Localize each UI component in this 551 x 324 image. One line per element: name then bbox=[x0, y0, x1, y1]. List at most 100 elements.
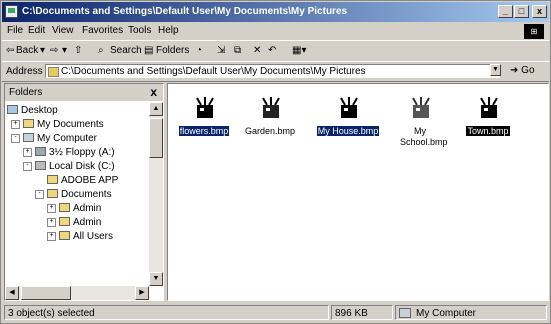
folder-icon bbox=[5, 5, 18, 18]
windows-logo-icon: ⊞ bbox=[524, 24, 544, 39]
folder-icon bbox=[23, 119, 34, 128]
minimize-button[interactable]: _ bbox=[498, 5, 513, 18]
folders-pane-close-button[interactable]: x bbox=[150, 85, 157, 99]
go-button[interactable]: ➜ Go bbox=[510, 65, 535, 76]
folder-tree-vertical-scrollbar[interactable]: ▲ ▼ bbox=[149, 102, 163, 286]
back-arrow-icon[interactable]: ⇦ bbox=[6, 45, 14, 56]
file-item-my-school[interactable]: My School.bmp bbox=[388, 90, 452, 150]
address-value: C:\Documents and Settings\Default User\M… bbox=[61, 66, 366, 77]
file-name: My School.bmp bbox=[400, 126, 448, 147]
file-item-garden[interactable]: Garden.bmp bbox=[238, 90, 302, 150]
status-selection-cell: 3 object(s) selected bbox=[4, 305, 329, 320]
file-item-my-house[interactable]: My House.bmp bbox=[316, 90, 380, 150]
folder-tree: Desktop + My Documents - My Computer + 3… bbox=[5, 102, 149, 286]
menu-help[interactable]: Help bbox=[158, 25, 179, 36]
expand-toggle[interactable]: - bbox=[35, 190, 44, 199]
file-name: flowers.bmp bbox=[178, 126, 230, 136]
scroll-left-button[interactable]: ◀ bbox=[5, 286, 19, 300]
folders-pane-title: Folders bbox=[9, 87, 43, 98]
address-input[interactable]: C:\Documents and Settings\Default User\M… bbox=[45, 64, 500, 78]
picture-file-icon bbox=[340, 97, 358, 118]
tree-item-label: Desktop bbox=[21, 105, 58, 116]
folders-pane: Folders x Desktop + My Documents - My Co… bbox=[4, 83, 164, 301]
search-icon: ⌕ bbox=[98, 45, 104, 56]
tree-item-label: Admin bbox=[73, 217, 102, 228]
file-name: Town.bmp bbox=[466, 126, 510, 136]
folders-button[interactable]: Folders bbox=[156, 45, 189, 56]
tree-item-label: My Documents bbox=[37, 119, 104, 130]
status-location: My Computer bbox=[416, 308, 477, 319]
title-bar[interactable]: C:\Documents and Settings\Default User\M… bbox=[2, 2, 549, 22]
hard-drive-icon bbox=[35, 161, 46, 170]
folder-icon bbox=[48, 67, 59, 77]
computer-icon bbox=[399, 308, 411, 318]
status-location-cell: My Computer bbox=[395, 305, 547, 320]
scroll-thumb[interactable] bbox=[149, 118, 163, 158]
expand-toggle[interactable]: - bbox=[11, 134, 20, 143]
address-bar: Address C:\Documents and Settings\Defaul… bbox=[2, 61, 549, 82]
forward-button[interactable]: ⇨ bbox=[50, 45, 58, 56]
file-name: Garden.bmp bbox=[244, 126, 296, 136]
history-icon[interactable]: ◔ bbox=[196, 45, 202, 56]
tree-item-label: My Computer bbox=[37, 133, 98, 144]
expand-toggle[interactable]: - bbox=[23, 162, 32, 171]
back-button[interactable]: Back bbox=[16, 45, 38, 56]
file-label: Garden.bmp bbox=[238, 126, 302, 137]
folder-tree-horizontal-scrollbar[interactable]: ◀ ▶ bbox=[5, 286, 149, 300]
folder-icon bbox=[59, 231, 70, 240]
file-item-town[interactable]: Town.bmp bbox=[456, 90, 520, 150]
menu-file[interactable]: File bbox=[7, 25, 23, 36]
file-label: flowers.bmp bbox=[172, 126, 236, 137]
scroll-down-button[interactable]: ▼ bbox=[149, 272, 163, 286]
copy-to-icon[interactable]: ⧉ bbox=[234, 45, 241, 56]
expand-toggle[interactable]: + bbox=[47, 218, 56, 227]
delete-icon[interactable]: ✕ bbox=[253, 45, 261, 56]
go-label: Go bbox=[521, 65, 535, 76]
menu-bar: File Edit View Favorites Tools Help bbox=[2, 23, 549, 39]
expand-toggle[interactable]: + bbox=[23, 148, 32, 157]
address-dropdown-button[interactable]: ▼ bbox=[490, 64, 501, 76]
undo-icon[interactable]: ↶ bbox=[268, 45, 276, 56]
picture-file-icon bbox=[480, 97, 498, 118]
status-bar: 3 object(s) selected 896 KB My Computer bbox=[2, 304, 549, 322]
tree-item-label: All Users bbox=[73, 231, 114, 242]
file-item-flowers[interactable]: flowers.bmp bbox=[172, 90, 236, 150]
move-to-icon[interactable]: ⇲ bbox=[217, 45, 225, 56]
desktop-icon bbox=[7, 105, 18, 114]
explorer-window: C:\Documents and Settings\Default User\M… bbox=[0, 0, 551, 324]
picture-file-icon bbox=[196, 97, 214, 118]
search-button[interactable]: Search bbox=[110, 45, 142, 56]
tree-item-label: ADOBE APP bbox=[61, 175, 119, 186]
file-label: Town.bmp bbox=[456, 126, 520, 137]
dropdown-arrow-icon[interactable]: ▾ bbox=[40, 45, 45, 56]
up-folder-icon[interactable]: ⇧ bbox=[74, 45, 82, 56]
standard-toolbar: ⇦ Back ▾ ⇨ ▾ ⇧ ⌕ Search ▤ Folders ◔ ⇲ ⧉ … bbox=[2, 40, 549, 62]
dropdown-arrow-icon[interactable]: ▾ bbox=[62, 45, 67, 56]
folder-icon bbox=[47, 189, 58, 198]
window-title: C:\Documents and Settings\Default User\M… bbox=[22, 6, 348, 17]
picture-file-icon bbox=[262, 97, 280, 118]
status-size: 896 KB bbox=[335, 308, 368, 319]
expand-toggle[interactable]: + bbox=[47, 204, 56, 213]
maximize-button[interactable]: □ bbox=[514, 5, 529, 18]
file-label: My House.bmp bbox=[316, 126, 380, 137]
address-label: Address bbox=[6, 66, 43, 77]
tree-item-label: Admin bbox=[73, 203, 102, 214]
folders-pane-header: Folders x bbox=[5, 84, 163, 101]
status-selection: 3 object(s) selected bbox=[8, 308, 95, 319]
scroll-up-button[interactable]: ▲ bbox=[149, 102, 163, 116]
close-button[interactable]: x bbox=[532, 5, 547, 18]
file-label: My School.bmp bbox=[400, 126, 448, 148]
folder-icon bbox=[59, 217, 70, 226]
menu-edit[interactable]: Edit bbox=[28, 25, 45, 36]
expand-toggle[interactable]: + bbox=[47, 232, 56, 241]
menu-tools[interactable]: Tools bbox=[128, 25, 151, 36]
folder-icon bbox=[59, 203, 70, 212]
views-icon[interactable]: ▦▾ bbox=[292, 45, 306, 56]
scroll-right-button[interactable]: ▶ bbox=[135, 286, 149, 300]
folder-icon bbox=[47, 175, 58, 184]
expand-toggle[interactable]: + bbox=[11, 120, 20, 129]
scroll-thumb[interactable] bbox=[21, 286, 71, 300]
menu-view[interactable]: View bbox=[52, 25, 74, 36]
menu-favorites[interactable]: Favorites bbox=[82, 25, 123, 36]
